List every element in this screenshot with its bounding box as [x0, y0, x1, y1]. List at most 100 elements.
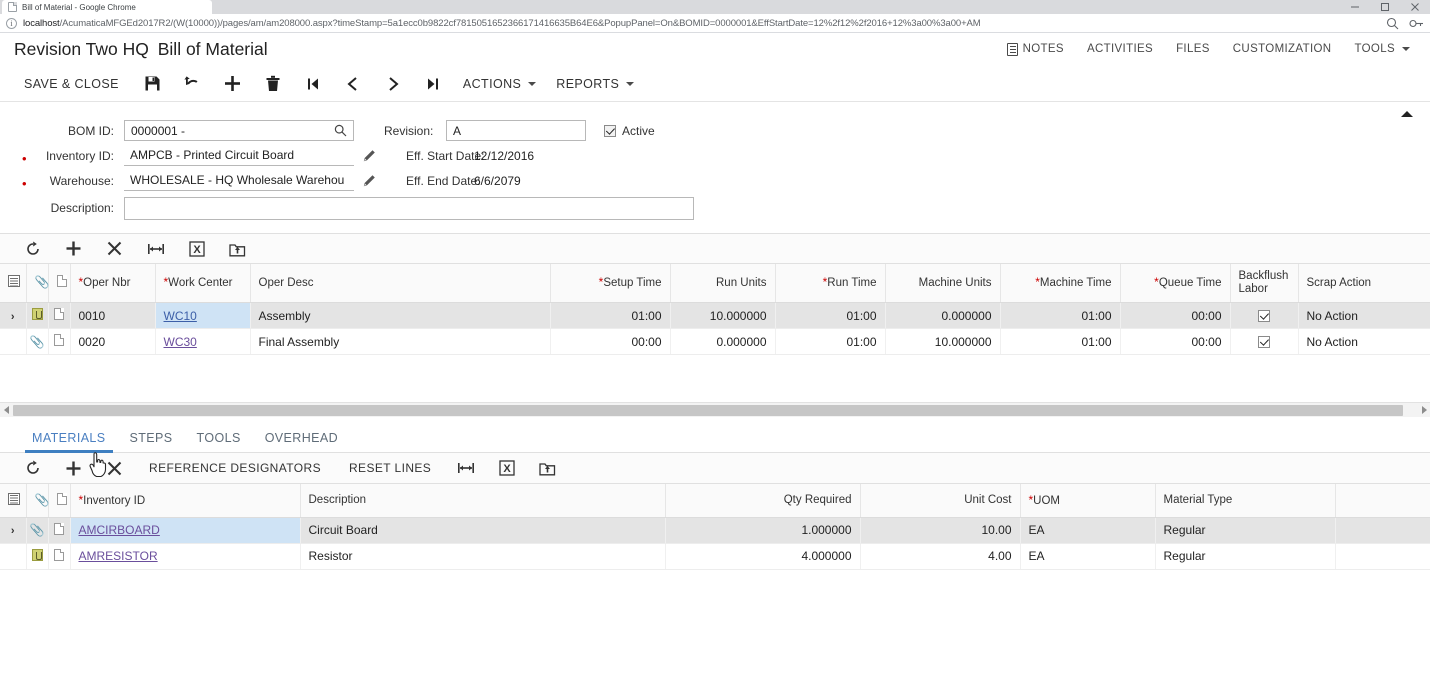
column-header-scrap-action[interactable]: Scrap Action [1298, 264, 1430, 304]
column-header-oper-desc[interactable]: Oper Desc [250, 264, 551, 304]
column-header-work-center[interactable]: *Work Center [155, 264, 251, 304]
grid-settings-column-header[interactable] [0, 484, 27, 518]
browser-tab[interactable]: Bill of Material - Google Chrome [2, 0, 212, 14]
browser-address-bar[interactable]: i localhost/AcumaticaMFGEd2017R2/(W(1000… [0, 14, 1430, 33]
upload-file-icon[interactable] [217, 233, 258, 264]
column-header-machine-time[interactable]: *Machine Time [1000, 264, 1121, 304]
grid-settings-column-header[interactable] [0, 264, 27, 304]
backflush-labor-checkbox[interactable] [1258, 309, 1270, 322]
collapse-section-button[interactable] [1398, 105, 1416, 123]
cell-setup-time[interactable]: 00:00 [550, 328, 671, 356]
cell-qty-required[interactable]: 4.000000 [665, 543, 861, 570]
work-center-link[interactable]: WC10 [164, 309, 197, 323]
cell-oper-nbr[interactable]: 0010 [70, 302, 156, 330]
save-button[interactable] [133, 75, 173, 92]
cell-queue-time[interactable]: 00:00 [1120, 328, 1231, 356]
add-record-button[interactable] [213, 75, 253, 92]
nav-item-customization[interactable]: CUSTOMIZATION [1233, 43, 1332, 55]
minimize-button[interactable] [1340, 0, 1370, 14]
cell-run-time[interactable]: 01:00 [775, 302, 886, 330]
row-note-cell[interactable]: 📎 [26, 328, 49, 356]
cell-work-center[interactable]: WC10 [155, 302, 251, 330]
nav-item-files[interactable]: FILES [1176, 43, 1210, 55]
cell-description[interactable]: Resistor [300, 543, 666, 570]
nav-item-tools[interactable]: TOOLS [1354, 43, 1410, 55]
row-selector[interactable]: › [0, 302, 27, 330]
cell-oper-desc[interactable]: Final Assembly [250, 328, 551, 356]
column-header-backflush-labor[interactable]: Backflush Labor [1230, 264, 1299, 304]
magnifier-icon[interactable] [334, 124, 347, 137]
upload-file-icon[interactable] [527, 453, 568, 484]
cell-work-center[interactable]: WC30 [155, 328, 251, 356]
inventory-id-link[interactable]: AMRESISTOR [79, 549, 158, 563]
actions-menu-button[interactable]: ACTIONS [453, 77, 546, 91]
cell-run-units[interactable]: 10.000000 [670, 302, 776, 330]
delete-row-button[interactable] [94, 453, 135, 484]
row-note-cell[interactable] [26, 543, 49, 570]
row-document-cell[interactable] [48, 328, 71, 356]
cell-queue-time[interactable]: 00:00 [1120, 302, 1231, 330]
cell-inventory-id[interactable]: AMCIRBOARD [70, 517, 301, 544]
column-header-material-type[interactable]: Material Type [1155, 484, 1336, 518]
fit-columns-icon[interactable] [445, 453, 486, 484]
cell-inventory-id[interactable]: AMRESISTOR [70, 543, 301, 570]
cell-material-type[interactable]: Regular [1155, 517, 1336, 544]
column-header-oper-nbr[interactable]: *Oper Nbr [70, 264, 156, 304]
scroll-left-arrow-icon[interactable] [0, 404, 13, 417]
description-input-wrap[interactable] [124, 196, 694, 220]
row-document-cell[interactable] [48, 302, 71, 330]
row-selector[interactable] [0, 543, 27, 570]
cell-qty-required[interactable]: 1.000000 [665, 517, 861, 544]
cell-uom[interactable]: EA [1020, 543, 1156, 570]
row-note-cell[interactable]: 📎 [26, 517, 49, 544]
export-excel-icon[interactable]: X [176, 233, 217, 264]
undo-button[interactable] [173, 75, 213, 92]
scroll-right-arrow-icon[interactable] [1417, 404, 1430, 417]
active-checkbox-wrap[interactable]: Active [604, 124, 655, 138]
cell-machine-time[interactable]: 01:00 [1000, 328, 1121, 356]
row-document-cell[interactable] [48, 517, 71, 544]
site-info-icon[interactable]: i [6, 17, 17, 29]
row-note-cell[interactable] [26, 302, 49, 330]
cell-run-units[interactable]: 0.000000 [670, 328, 776, 356]
operations-grid-hscrollbar[interactable] [0, 402, 1430, 418]
cell-run-time[interactable]: 01:00 [775, 328, 886, 356]
cell-unit-cost[interactable]: 10.00 [860, 517, 1021, 544]
last-record-button[interactable] [413, 76, 453, 92]
key-icon[interactable] [1409, 17, 1424, 30]
cell-scrap-action[interactable]: No Action [1298, 302, 1430, 330]
cell-machine-units[interactable]: 0.000000 [885, 302, 1001, 330]
cell-uom[interactable]: EA [1020, 517, 1156, 544]
column-header-unit-cost[interactable]: Unit Cost [860, 484, 1021, 518]
reset-lines-button[interactable]: RESET LINES [335, 461, 445, 475]
column-header-description[interactable]: Description [300, 484, 666, 518]
delete-row-button[interactable] [94, 233, 135, 264]
inventory-id-link[interactable]: AMCIRBOARD [79, 523, 160, 537]
cell-description[interactable]: Circuit Board [300, 517, 666, 544]
previous-record-button[interactable] [333, 76, 373, 92]
table-row[interactable]: AMRESISTOR Resistor 4.000000 4.00 EA Reg… [0, 543, 1430, 570]
reports-menu-button[interactable]: REPORTS [546, 77, 644, 91]
row-selector[interactable] [0, 328, 27, 356]
reference-designators-button[interactable]: REFERENCE DESIGNATORS [135, 461, 335, 475]
column-header-setup-time[interactable]: *Setup Time [550, 264, 671, 304]
bom-id-input[interactable]: 0000001 - [124, 120, 354, 141]
column-header-run-units[interactable]: Run Units [670, 264, 776, 304]
add-row-button[interactable] [53, 233, 94, 264]
column-header-run-time[interactable]: *Run Time [775, 264, 886, 304]
pencil-edit-icon[interactable] [362, 149, 376, 163]
first-record-button[interactable] [293, 76, 333, 92]
cell-backflush-labor[interactable] [1230, 302, 1299, 330]
table-row[interactable]: 📎 0020 WC30 Final Assembly 00:00 0.00000… [0, 328, 1430, 356]
column-header-uom[interactable]: *UOM [1020, 484, 1156, 518]
refresh-icon[interactable] [12, 453, 53, 484]
next-record-button[interactable] [373, 76, 413, 92]
tab-materials[interactable]: MATERIALS [20, 431, 118, 454]
cell-machine-units[interactable]: 10.000000 [885, 328, 1001, 356]
zoom-icon[interactable] [1386, 17, 1399, 30]
tab-overhead[interactable]: OVERHEAD [253, 431, 350, 452]
column-header-queue-time[interactable]: *Queue Time [1120, 264, 1231, 304]
column-header-qty-required[interactable]: Qty Required [665, 484, 861, 518]
backflush-labor-checkbox[interactable] [1258, 335, 1270, 348]
cell-oper-nbr[interactable]: 0020 [70, 328, 156, 356]
